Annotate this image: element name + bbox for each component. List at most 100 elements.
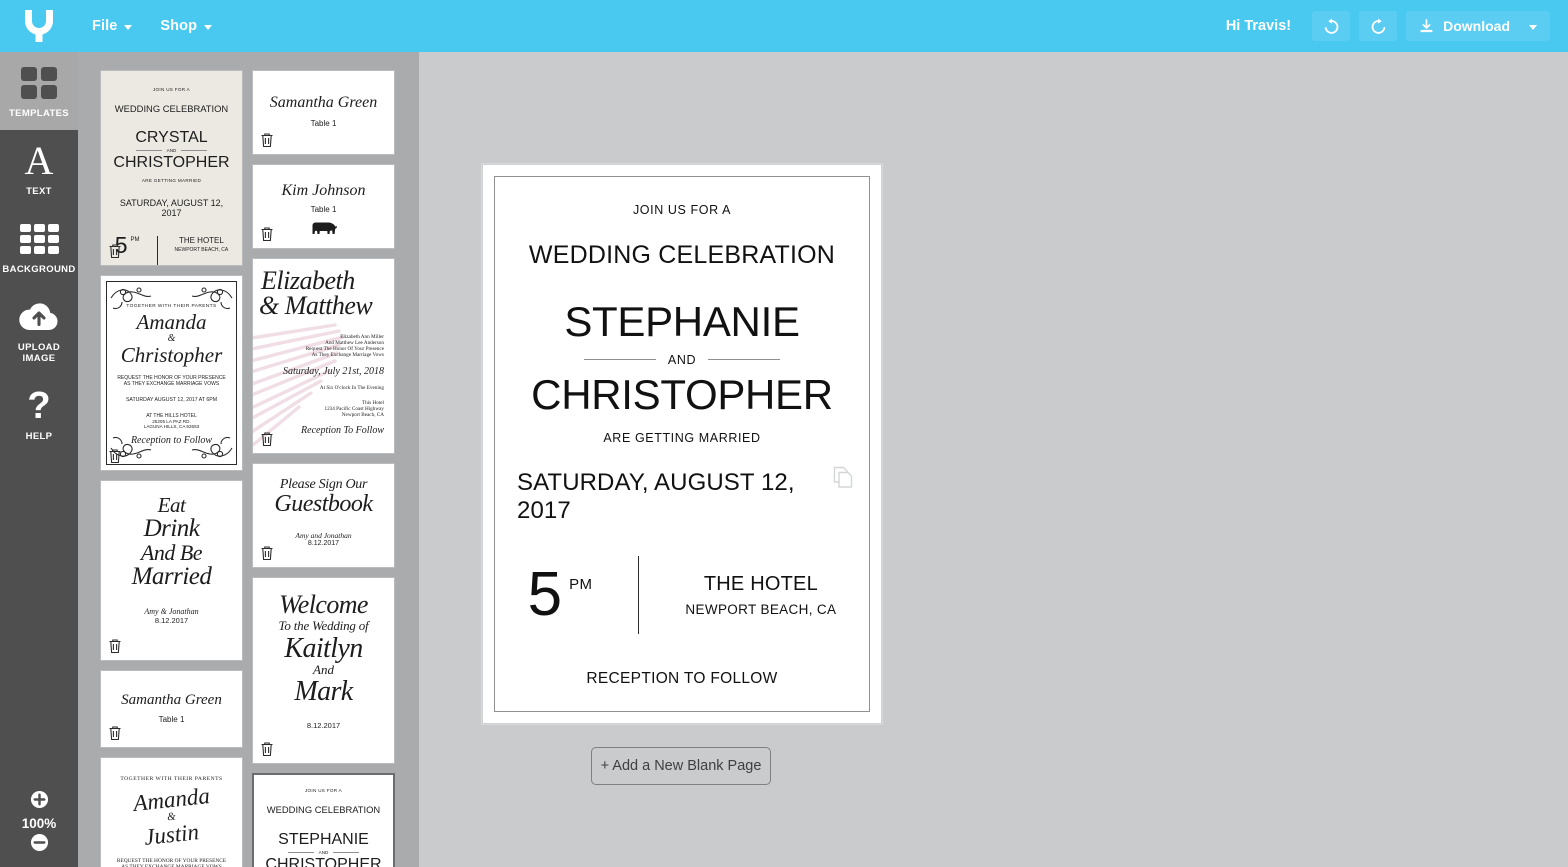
add-new-blank-page-button[interactable]: + Add a New Blank Page	[591, 747, 771, 785]
thumb-date: SATURDAY AUGUST 12, 2017 AT 6PM	[125, 397, 218, 404]
sidebar-item-help[interactable]: ? HELP	[0, 375, 78, 453]
sidebar-item-text-label: TEXT	[26, 186, 52, 197]
trash-icon	[109, 244, 121, 259]
zoom-out-button[interactable]	[30, 833, 49, 857]
thumb-date: 8.12.2017	[307, 540, 340, 548]
invitation-name-1: STEPHANIE	[564, 298, 800, 345]
download-button[interactable]: Download	[1406, 11, 1550, 41]
thumb-venue3: LAGUNA HILLS, CA 92653	[143, 424, 200, 430]
menu-shop[interactable]: Shop	[146, 0, 226, 52]
thumb-and: AND	[318, 849, 329, 855]
invitation-event-title: WEDDING CELEBRATION	[528, 241, 836, 269]
thumb-date: SATURDAY, AUGUST 12, 2017	[119, 198, 224, 219]
zoom-level: 100%	[21, 816, 57, 831]
duplicate-pages-icon	[833, 466, 853, 488]
thumb-date: 8.12.2017	[306, 720, 341, 730]
thumbnail-delete-button[interactable]	[260, 741, 274, 757]
thumbnail-elizabeth-matthew[interactable]: Elizabeth & Matthew Elizabeth Ann Miller…	[252, 258, 395, 454]
thumb-d5: Saturday, July 21st, 2018	[282, 366, 384, 378]
thumb-line2: AS THEY EXCHANGE MARRIAGE VOWS	[123, 381, 220, 388]
thumb-city: NEWPORT BEACH, CA	[174, 247, 229, 254]
invitation-venue-city: NEWPORT BEACH, CA	[685, 602, 837, 618]
trash-icon	[261, 432, 273, 447]
trash-icon	[109, 726, 121, 741]
thumb-couple: Amy and Jonathan	[295, 531, 352, 541]
sidebar-item-background-label: BACKGROUND	[2, 264, 76, 275]
chevron-down-icon	[1529, 24, 1537, 30]
minus-circle-icon	[30, 833, 48, 852]
thumbnail-stephanie-christopher[interactable]: JOIN US FOR A WEDDING CELEBRATION STEPHA…	[252, 773, 395, 867]
sidebar-item-background[interactable]: BACKGROUND	[0, 208, 78, 286]
sidebar-item-templates-label: TEMPLATES	[9, 108, 69, 119]
thumbnail-delete-button[interactable]	[108, 243, 122, 259]
thumb-d6: At Six O'clock In The Evening	[319, 385, 384, 392]
invitation-venue-name: THE HOTEL	[703, 573, 818, 596]
thumbnail-amanda-christopher[interactable]: TOGETHER WITH THEIR PARENTS Amanda & Chr…	[100, 275, 243, 471]
thumbnail-delete-button[interactable]	[260, 132, 274, 148]
design-page[interactable]: JOIN US FOR A WEDDING CELEBRATION STEPHA…	[482, 164, 882, 724]
thumb-line-3: Kaitlyn	[284, 632, 363, 664]
redo-button[interactable]	[1359, 11, 1398, 41]
thumb-event: WEDDING CELEBRATION	[114, 103, 229, 114]
menu-file-label: File	[92, 18, 118, 34]
zoom-in-button[interactable]	[30, 790, 49, 814]
thumb-name2: CHRISTOPHER	[113, 153, 230, 171]
user-greeting: Hi Travis!	[1225, 18, 1292, 34]
pages-thumbnail-panel[interactable]: JOIN US FOR A WEDDING CELEBRATION CRYSTA…	[78, 52, 419, 867]
chevron-down-icon	[124, 24, 133, 30]
thumb-line-1: Welcome	[279, 590, 368, 619]
thumbnail-crystal-christopher[interactable]: JOIN US FOR A WEDDING CELEBRATION CRYSTA…	[100, 70, 243, 266]
thumbnail-delete-button[interactable]	[108, 448, 122, 464]
letter-a-icon: A	[24, 138, 54, 183]
thumb-line-2: Guestbook	[274, 491, 373, 517]
thumbnail-welcome-kaitlyn-mark[interactable]: Welcome To the Wedding of Kaitlyn And Ma…	[252, 577, 395, 764]
sidebar-item-text[interactable]: A TEXT	[0, 130, 78, 208]
cloud-upload-icon	[2, 298, 76, 336]
thumbnail-samantha-green-left[interactable]: Samantha Green Table 1	[100, 670, 243, 748]
sidebar-item-upload-image[interactable]: UPLOAD IMAGE	[0, 286, 78, 375]
trash-icon	[109, 639, 121, 654]
thumbnail-delete-button[interactable]	[108, 725, 122, 741]
and-line-right	[708, 359, 781, 361]
undo-icon	[1324, 18, 1338, 34]
invitation-reception-text: RECEPTION TO FOLLOW	[586, 670, 778, 688]
zoom-controls: 100%	[0, 790, 78, 857]
thumbnail-delete-button[interactable]	[108, 638, 122, 654]
thumb-meridiem: PM	[130, 237, 140, 244]
thumbnail-eat-drink-be-married[interactable]: Eat Drink And Be Married Amy & Jonathan …	[100, 480, 243, 661]
sidebar-item-help-label: HELP	[25, 431, 53, 442]
vertical-divider	[638, 556, 640, 635]
thumb-top: TOGETHER WITH THEIR PARENTS	[120, 776, 223, 782]
thumbnail-samantha-green-right[interactable]: Samantha Green Table 1	[252, 70, 395, 155]
thumb-line-3: And Be	[140, 539, 203, 565]
app-root: File Shop Hi Travis! Download TEMPLATES …	[0, 0, 1568, 867]
thumbnail-delete-button[interactable]	[260, 545, 274, 561]
trash-icon	[261, 133, 273, 148]
thumb-name1: STEPHANIE	[278, 831, 369, 848]
thumbnail-amanda-justin[interactable]: TOGETHER WITH THEIR PARENTS Amanda & Jus…	[100, 757, 243, 867]
invitation-venue: THE HOTEL NEWPORT BEACH, CA	[685, 573, 836, 617]
thumb-line-1: Please Sign Our	[279, 477, 368, 492]
undo-button[interactable]	[1312, 11, 1351, 41]
menu-file[interactable]: File	[78, 0, 146, 52]
sidebar-item-templates[interactable]: TEMPLATES	[0, 52, 78, 130]
thumbnail-guestbook[interactable]: Please Sign Our Guestbook Amy and Jonath…	[252, 463, 395, 568]
thumbnail-delete-button[interactable]	[260, 226, 274, 242]
canvas-area[interactable]: JOIN US FOR A WEDDING CELEBRATION STEPHA…	[419, 52, 1568, 867]
thumb-line-4: Married	[131, 563, 212, 591]
thumbnail-delete-button[interactable]	[260, 431, 274, 447]
thumb-guest-name: Kim Johnson	[281, 182, 366, 199]
thumb-d10: Reception To Follow	[301, 425, 384, 437]
plus-circle-icon	[30, 790, 48, 809]
question-mark-icon: ?	[27, 385, 51, 427]
thumb-table: Table 1	[310, 205, 337, 214]
thumbnail-column-left: JOIN US FOR A WEDDING CELEBRATION CRYSTA…	[100, 70, 243, 867]
thumb-line-4: And	[313, 661, 334, 677]
duplicate-page-button[interactable]	[831, 465, 855, 494]
sidebar-item-upload-image-label: UPLOAD IMAGE	[17, 342, 61, 364]
thumb-married: ARE GETTING MARRIED	[141, 178, 202, 184]
thumb-name2: CHRISTOPHER	[265, 855, 382, 867]
thumbnail-kim-johnson[interactable]: Kim Johnson Table 1	[252, 164, 395, 249]
thumb-table: Table 1	[310, 119, 337, 128]
app-logo[interactable]	[0, 0, 78, 52]
